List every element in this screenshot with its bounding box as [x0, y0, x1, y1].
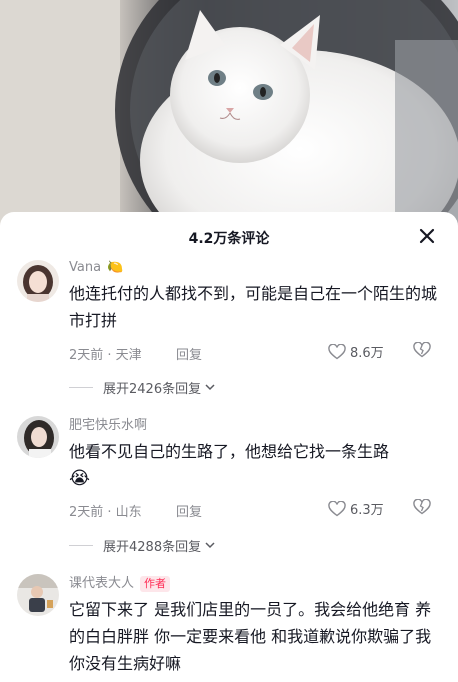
lemon-emoji: 🍋: [107, 260, 124, 275]
broken-heart-icon[interactable]: [413, 341, 431, 362]
username-text: 肥宅快乐水啊: [69, 418, 148, 433]
comment-text: 它留下来了 是我们店里的一员了。我会给他绝育 养的白白胖胖 你一定要来看他 和我…: [69, 600, 432, 673]
heart-icon: [328, 500, 346, 516]
username-text: 课代表大人: [69, 576, 135, 591]
like-count: 6.3万: [350, 503, 384, 518]
sheet-header: 4.2万条评论: [0, 212, 458, 260]
comment-meta: 2天前 · 山东 回复 6.3万: [69, 498, 439, 521]
username[interactable]: Vana 🍋: [69, 258, 439, 278]
comment-text: 他看不见自己的生路了，他想给它找一条生路 😭: [69, 438, 439, 492]
time-location: 2天前 · 山东: [69, 505, 142, 520]
chevron-down-icon: [205, 384, 215, 391]
heart-icon: [328, 343, 346, 359]
cat-photo: [0, 0, 458, 228]
comment-text-content: 他看不见自己的生路了，他想给它找一条生路: [69, 442, 390, 461]
crying-emoji: 😭: [69, 468, 91, 489]
divider-line: [69, 544, 93, 546]
expand-replies[interactable]: 展开2426条回复: [69, 377, 217, 397]
divider-line: [69, 386, 93, 388]
username[interactable]: 课代表大人 作者: [69, 574, 439, 594]
like-button[interactable]: 8.6万: [328, 342, 384, 361]
like-button[interactable]: 6.3万: [328, 499, 384, 518]
time-location: 2天前 · 天津: [69, 348, 142, 363]
reply-button[interactable]: 回复: [176, 501, 202, 520]
broken-heart-icon[interactable]: [413, 498, 431, 519]
avatar[interactable]: [17, 416, 59, 458]
like-count: 8.6万: [350, 346, 384, 361]
expand-replies-label: 展开4288条回复: [103, 539, 202, 555]
comment-text: 他连托付的人都找不到，可能是自己在一个陌生的城市打拼: [69, 284, 438, 330]
expand-replies-label: 展开2426条回复: [103, 381, 202, 397]
username[interactable]: 肥宅快乐水啊: [69, 416, 439, 436]
author-badge: 作者: [140, 576, 171, 592]
comment-meta: 2天前 · 天津 回复 8.6万: [69, 341, 439, 364]
avatar[interactable]: [17, 574, 59, 616]
username-text: Vana: [69, 260, 102, 275]
avatar[interactable]: [17, 260, 59, 302]
reply-button[interactable]: 回复: [176, 344, 202, 363]
expand-replies[interactable]: 展开4288条回复: [69, 535, 217, 555]
chevron-down-icon: [205, 542, 215, 549]
close-icon[interactable]: [418, 227, 436, 245]
comment-count-title: 4.2万条评论: [188, 231, 270, 247]
comment-sheet: 4.2万条评论 Vana 🍋 他连托付的人都找不到，可能是自己在一个陌生的城市打拼…: [0, 212, 458, 682]
